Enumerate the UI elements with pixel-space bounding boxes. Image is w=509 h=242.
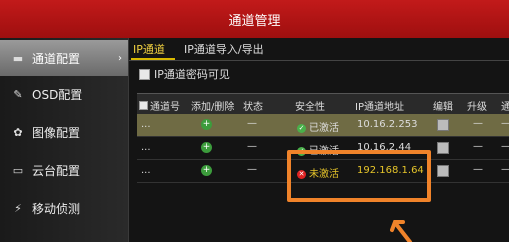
extra-value: — — [501, 141, 509, 152]
status-value: — — [247, 118, 257, 129]
column-header-edit: 编辑 — [433, 102, 453, 113]
main-content: IP通道 IP通道导入/导出 IP通道密码可见 通道号 添加/删除 状态 安全性… — [129, 38, 509, 242]
upgrade-value: — — [473, 141, 483, 152]
annotation-arrow-icon — [390, 220, 412, 242]
camera-icon: ▬ — [12, 51, 24, 65]
tab-bar: IP通道 IP通道导入/导出 — [129, 38, 509, 61]
select-all-checkbox[interactable] — [139, 101, 148, 110]
tab-ip-channel-import-export[interactable]: IP通道导入/导出 — [184, 41, 264, 57]
tab-ip-channel[interactable]: IP通道 — [133, 41, 165, 57]
channel-number: ... — [141, 142, 151, 153]
add-channel-icon[interactable]: + — [201, 165, 212, 176]
edit-icon[interactable] — [437, 165, 449, 177]
status-value: — — [247, 141, 257, 152]
edit-icon[interactable] — [437, 119, 449, 131]
status-value: — — [247, 164, 257, 175]
sidebar-item-label: 图像配置 — [32, 125, 81, 140]
osd-icon: ✎ — [13, 87, 23, 101]
upgrade-value: — — [473, 164, 483, 175]
image-icon: ✿ — [13, 125, 23, 139]
sidebar-item-motion-detection[interactable]: ⚡ 移动侦测 — [0, 190, 128, 226]
ptz-icon: ▭ — [12, 163, 24, 177]
table-row[interactable]: ... + — ✓已激活 10.16.2.253 — — — [137, 114, 509, 137]
password-visible-option[interactable]: IP通道密码可见 — [139, 66, 230, 82]
motion-icon: ⚡ — [14, 201, 22, 215]
column-header-ip-address: IP通道地址 — [355, 102, 404, 113]
channel-number: ... — [141, 119, 151, 130]
extra-value: — — [501, 164, 509, 175]
sidebar-item-label: 云台配置 — [32, 163, 81, 178]
security-status: ✓ 已激活 — [297, 123, 339, 134]
upgrade-value: — — [473, 118, 483, 129]
password-visible-checkbox[interactable] — [139, 68, 150, 80]
window-title: 通道管理 — [228, 14, 281, 29]
chevron-right-icon: › — [118, 52, 122, 64]
sidebar-item-label: 移动侦测 — [32, 201, 81, 216]
sidebar-item-label: OSD配置 — [32, 87, 83, 102]
sidebar-item-osd-config[interactable]: ✎ OSD配置 — [0, 76, 128, 112]
column-header-extra: 通 — [501, 102, 509, 113]
title-bar: 通道管理 — [0, 0, 509, 38]
column-header-add-delete: 添加/删除 — [191, 102, 235, 113]
active-tab-indicator — [131, 58, 175, 60]
column-header-status: 状态 — [243, 102, 263, 113]
edit-icon[interactable] — [437, 142, 449, 154]
ip-address: 10.16.2.253 — [357, 119, 418, 130]
extra-value: — — [501, 118, 509, 129]
sidebar-item-ptz-config[interactable]: ▭ 云台配置 — [0, 152, 128, 188]
add-channel-icon[interactable]: + — [201, 142, 212, 153]
channel-management-window: 通道管理 ▬ 通道配置 › ✎ OSD配置 ✿ 图像配置 ▭ 云台配置 ⚡ 移动… — [0, 0, 509, 242]
column-header-upgrade: 升级 — [467, 102, 487, 113]
sidebar: ▬ 通道配置 › ✎ OSD配置 ✿ 图像配置 ▭ 云台配置 ⚡ 移动侦测 — [0, 38, 129, 242]
sidebar-item-image-config[interactable]: ✿ 图像配置 — [0, 114, 128, 150]
table-header: 通道号 添加/删除 状态 安全性 IP通道地址 编辑 升级 通 — [137, 93, 509, 115]
add-channel-icon[interactable]: + — [201, 119, 212, 130]
annotation-highlight-box — [287, 150, 431, 202]
column-header-channel: 通道号 — [139, 98, 180, 113]
check-icon: ✓ — [297, 123, 306, 133]
sidebar-item-label: 通道配置 — [32, 51, 81, 66]
password-visible-label: IP通道密码可见 — [154, 68, 230, 81]
channel-number: ... — [141, 165, 151, 176]
sidebar-item-channel-config[interactable]: ▬ 通道配置 › — [0, 40, 128, 76]
column-header-security: 安全性 — [295, 102, 325, 113]
